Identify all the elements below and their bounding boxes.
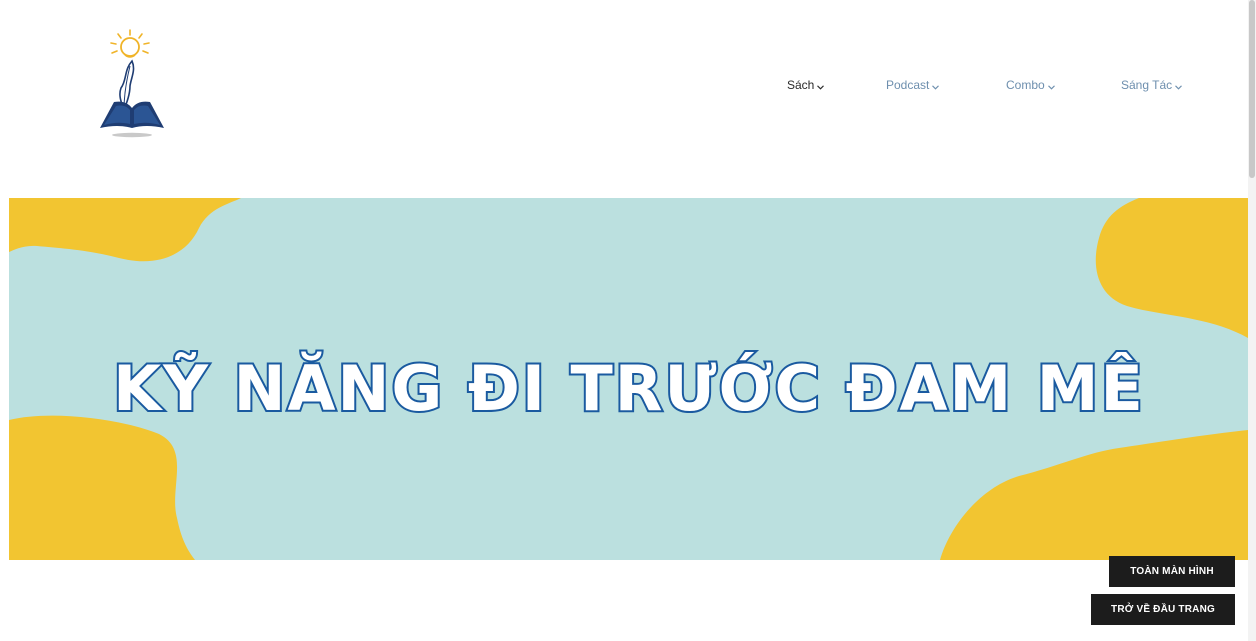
nav-item-sang-tac[interactable]: Sáng Tác (1121, 78, 1183, 93)
main-navigation: Sách Podcast Combo Sáng Tác (0, 78, 1256, 98)
chevron-down-icon (932, 79, 940, 93)
page-scrollbar[interactable] (1248, 0, 1256, 641)
back-to-top-button[interactable]: TRỞ VỀ ĐẦU TRANG (1091, 594, 1235, 625)
nav-item-podcast[interactable]: Podcast (886, 78, 940, 93)
nav-item-combo[interactable]: Combo (1006, 78, 1055, 93)
nav-item-label: Sách (787, 78, 815, 92)
nav-item-label: Combo (1006, 78, 1045, 92)
fullscreen-button[interactable]: TOÀN MÀN HÌNH (1109, 556, 1235, 587)
chevron-down-icon (1047, 79, 1055, 93)
fullscreen-button-label: TOÀN MÀN HÌNH (1130, 566, 1214, 577)
nav-item-label: Podcast (886, 78, 930, 92)
nav-item-sach[interactable]: Sách (787, 78, 825, 93)
hero-banner: KỸ NĂNG ĐI TRƯỚC ĐAM MÊ (9, 198, 1248, 560)
nav-item-label: Sáng Tác (1121, 78, 1173, 92)
scrollbar-thumb[interactable] (1249, 0, 1255, 178)
chevron-down-icon (817, 79, 825, 93)
chevron-down-icon (1175, 79, 1183, 93)
hero-banner-graphic: KỸ NĂNG ĐI TRƯỚC ĐAM MÊ (9, 198, 1248, 560)
back-to-top-button-label: TRỞ VỀ ĐẦU TRANG (1111, 604, 1215, 615)
banner-title: KỸ NĂNG ĐI TRƯỚC ĐAM MÊ (113, 352, 1145, 425)
